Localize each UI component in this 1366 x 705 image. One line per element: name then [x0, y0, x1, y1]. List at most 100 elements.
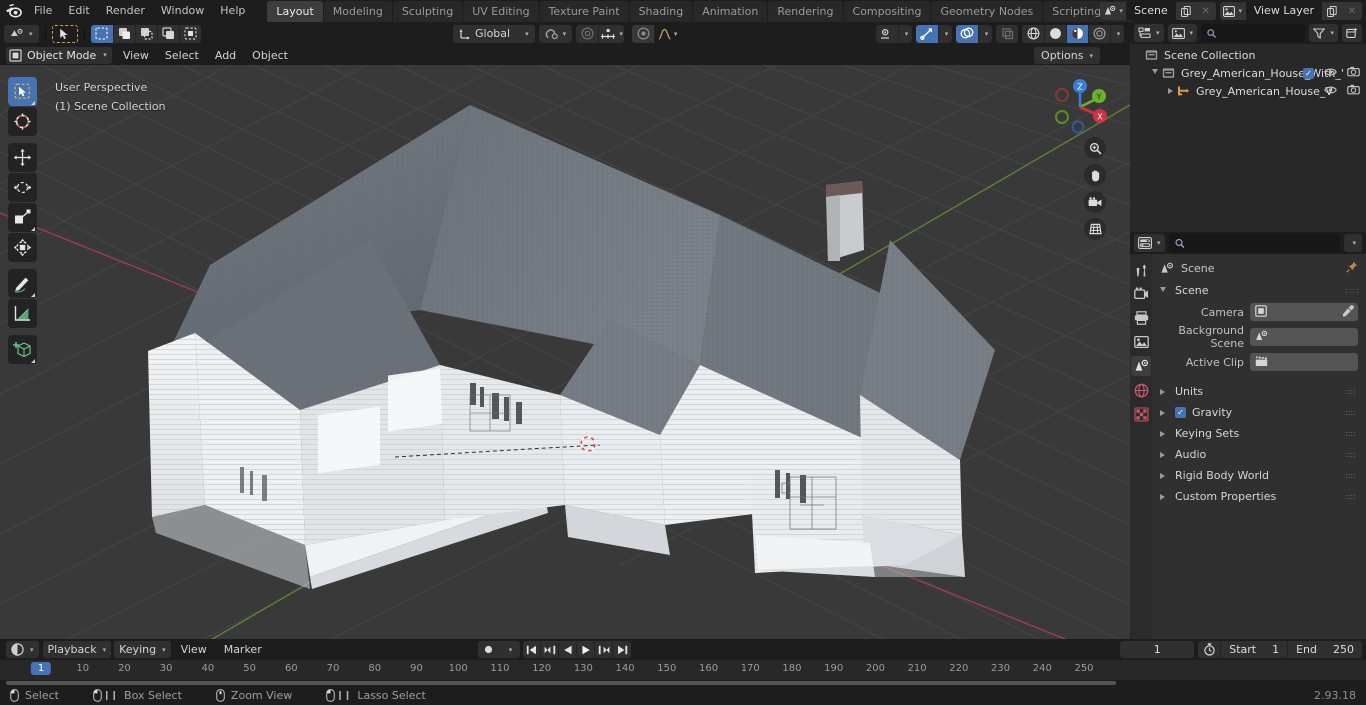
jump-to-next-keyframe-icon[interactable]: [595, 641, 613, 658]
unlink-scene-button[interactable]: ✕: [1195, 2, 1216, 20]
jump-to-end-icon[interactable]: [613, 641, 631, 658]
outliner-tree[interactable]: Scene Collection Grey_American_House_With…: [1130, 44, 1366, 232]
auto-keying-caret-icon[interactable]: ▾: [499, 641, 520, 658]
section-checkbox[interactable]: ✓: [1175, 407, 1186, 418]
end-frame-field[interactable]: End 250: [1287, 641, 1362, 658]
properties-search-input[interactable]: [1168, 234, 1341, 252]
property-section-units[interactable]: Units::::: [1152, 381, 1366, 402]
falloff-curve-icon[interactable]: ▾: [654, 24, 680, 43]
object-mode-selector[interactable]: Object Mode ▾: [6, 46, 112, 64]
menu-render[interactable]: Render: [98, 2, 153, 20]
add-cube-tool[interactable]: [8, 335, 37, 364]
stopwatch-icon[interactable]: [1198, 641, 1221, 658]
timeline-menu-view[interactable]: View: [174, 641, 214, 658]
material-preview-icon[interactable]: [1066, 24, 1088, 43]
menu-help[interactable]: Help: [212, 2, 253, 20]
chevron-right-icon[interactable]: [1160, 409, 1165, 416]
property-section-keying-sets[interactable]: Keying Sets::::: [1152, 423, 1366, 444]
outliner-row[interactable]: Grey_American_House_V: [1130, 82, 1366, 100]
viewport-menu-object[interactable]: Object: [245, 47, 295, 64]
navigation-gizmo[interactable]: Z Y X: [1048, 75, 1112, 139]
overlays-icon[interactable]: [956, 24, 978, 43]
property-section-custom-properties[interactable]: Custom Properties::::: [1152, 486, 1366, 507]
proportional-edit-icon[interactable]: [576, 24, 599, 43]
workspace-tab-uv-editing[interactable]: UV Editing: [463, 0, 539, 22]
workspace-tab-rendering[interactable]: Rendering: [768, 0, 843, 22]
property-section-audio[interactable]: Audio::::: [1152, 444, 1366, 465]
property-section-gravity[interactable]: ✓ Gravity::::: [1152, 402, 1366, 423]
new-collection-icon[interactable]: [1342, 24, 1362, 42]
eye-icon[interactable]: [1324, 67, 1337, 80]
workspace-tab-layout[interactable]: Layout: [267, 0, 323, 22]
start-frame-field[interactable]: Start 1: [1220, 641, 1288, 658]
tweak-select-tool[interactable]: [8, 77, 37, 106]
measure-tool[interactable]: [8, 299, 37, 328]
scene-name[interactable]: Scene: [1126, 2, 1176, 20]
jump-to-prev-keyframe-icon[interactable]: [541, 641, 559, 658]
rendered-shading-icon[interactable]: [1088, 24, 1110, 43]
frame-range-group[interactable]: Start 1 End 250: [1198, 641, 1362, 658]
auto-keying-group[interactable]: ▾: [478, 641, 520, 658]
select-mode-group[interactable]: [90, 24, 201, 43]
editor-type-button[interactable]: ▾: [4, 24, 39, 43]
annotate-tool[interactable]: [8, 269, 37, 298]
workspace-tab-shading[interactable]: Shading: [629, 0, 693, 22]
remove-view-layer-button[interactable]: ✕: [1342, 2, 1362, 20]
subtract-select-icon[interactable]: [134, 24, 157, 43]
rotate-tool[interactable]: [8, 173, 37, 202]
chevron-down-icon[interactable]: [1152, 69, 1158, 77]
gizmo-caret-icon[interactable]: ▾: [938, 24, 952, 43]
play-icon[interactable]: [577, 641, 595, 658]
snap-toggle-button[interactable]: ▾: [538, 24, 573, 43]
snap-increment-icon[interactable]: ▾: [598, 24, 625, 43]
workspace-tab-animation[interactable]: Animation: [693, 0, 768, 22]
move-tool[interactable]: [8, 143, 37, 172]
property-section-rigid-body-world[interactable]: Rigid Body World::::: [1152, 465, 1366, 486]
collection-checkbox[interactable]: ✓: [1303, 67, 1314, 79]
view-layer-name[interactable]: View Layer: [1245, 2, 1322, 20]
overlays-caret-icon[interactable]: ▾: [978, 24, 992, 43]
shading-mode-group[interactable]: ▾: [1022, 24, 1124, 43]
timeline-menu-playback[interactable]: Playback ▾: [42, 641, 112, 658]
gizmo-icon[interactable]: [916, 24, 938, 43]
proportional-edit-group[interactable]: ▾: [576, 24, 625, 43]
pin-icon[interactable]: [1346, 261, 1358, 276]
camera-view-icon[interactable]: [1084, 191, 1106, 213]
gizmo-dropdown[interactable]: ▾: [916, 24, 952, 43]
transform-orientation-button[interactable]: Global ▾: [453, 24, 535, 43]
world-globe-icon[interactable]: [1131, 380, 1151, 400]
property-field-input[interactable]: [1250, 303, 1358, 321]
workspace-tab-sculpting[interactable]: Sculpting: [392, 0, 463, 22]
scene-cone-icon[interactable]: [1131, 356, 1151, 376]
record-icon[interactable]: [478, 641, 499, 658]
checker-texture-icon[interactable]: [1131, 404, 1151, 424]
options-button[interactable]: Options ▾: [1034, 47, 1100, 64]
chevron-right-icon[interactable]: [1160, 388, 1165, 395]
shading-caret-icon[interactable]: ▾: [1110, 24, 1124, 43]
timeline-menu-keying[interactable]: Keying ▾: [114, 641, 171, 658]
pan-hand-icon[interactable]: [1084, 164, 1106, 186]
property-field-input[interactable]: [1250, 353, 1358, 371]
menu-edit[interactable]: Edit: [60, 2, 97, 20]
viewport-menu-add[interactable]: Add: [208, 47, 243, 64]
tool-tab[interactable]: [1131, 260, 1151, 280]
eyedropper-icon[interactable]: [1342, 304, 1354, 320]
outliner-filter-button[interactable]: ▾: [1309, 24, 1338, 42]
outliner-row[interactable]: Scene Collection: [1130, 46, 1366, 64]
scale-tool[interactable]: [8, 203, 37, 232]
render-visibility-icon[interactable]: [1347, 66, 1360, 80]
eye-icon[interactable]: [1324, 85, 1337, 98]
viewport-menu-view[interactable]: View: [116, 47, 156, 64]
property-field-input[interactable]: [1250, 328, 1358, 346]
play-reverse-icon[interactable]: [559, 641, 577, 658]
transport-controls[interactable]: [523, 641, 631, 658]
chevron-right-icon[interactable]: [1160, 493, 1165, 500]
new-scene-button[interactable]: [1175, 2, 1196, 20]
zoom-icon[interactable]: [1084, 137, 1106, 159]
timeline-editor-type-button[interactable]: ▾: [6, 641, 39, 658]
viewport-menu-select[interactable]: Select: [158, 47, 206, 64]
extend-select-icon[interactable]: [112, 24, 135, 43]
blender-logo-icon[interactable]: [0, 0, 26, 22]
chevron-right-icon[interactable]: [1168, 88, 1173, 94]
scene-panel-header[interactable]: Scene ::::: [1152, 281, 1366, 300]
